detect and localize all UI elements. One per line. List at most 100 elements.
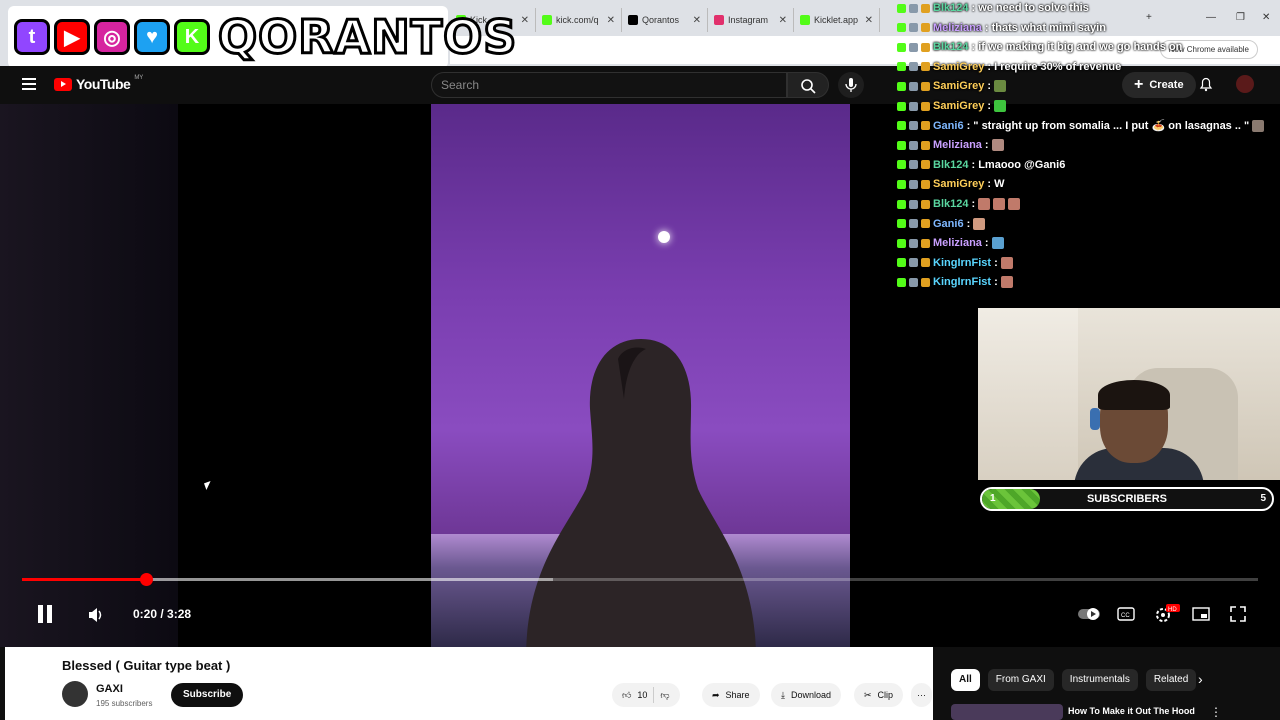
autoplay-toggle-icon[interactable]	[1078, 606, 1100, 622]
chat-username: Meliziana	[933, 237, 982, 250]
channel-subscriber-count: 195 subscribers	[96, 699, 153, 708]
chat-message: Gani6: " straight up from somalia ... I …	[897, 118, 1265, 134]
share-label: Share	[725, 690, 750, 700]
chat-username: SamiGrey	[933, 60, 985, 73]
kick-badge-icon	[897, 160, 906, 170]
close-tab-icon[interactable]: ✕	[521, 15, 529, 26]
pause-button[interactable]	[36, 604, 54, 624]
chat-message: Meliziana:	[897, 235, 1004, 251]
webcam-feed	[978, 308, 1280, 480]
recommended-thumbnail[interactable]	[951, 704, 1063, 720]
close-tab-icon[interactable]: ✕	[693, 15, 701, 26]
channel-avatar[interactable]	[62, 681, 88, 707]
chat-username: KingIrnFist	[933, 256, 992, 269]
time-display: 0:20 / 3:28	[133, 607, 192, 621]
user-badge-icon	[909, 140, 918, 150]
emote-icon	[994, 100, 1007, 112]
share-icon: ➦	[712, 689, 720, 700]
scissors-icon: ✂	[864, 689, 872, 700]
recommended-title[interactable]: How To Make it Out The Hood	[1068, 706, 1195, 716]
brand-name: QORANTOS	[216, 9, 518, 66]
filter-chip[interactable]: Instrumentals	[1061, 669, 1138, 691]
crown-badge-icon	[921, 101, 930, 111]
filter-chip[interactable]: From GAXI	[987, 669, 1054, 691]
crown-badge-icon	[921, 140, 930, 150]
browser-tab[interactable]: Qorantos ✕	[622, 8, 708, 32]
volume-icon[interactable]	[87, 606, 105, 624]
emote-icon	[993, 198, 1006, 210]
chat-message: KingIrnFist:	[897, 255, 1013, 271]
thumbs-up-icon: 👍︎	[622, 689, 632, 700]
chat-username: Blk124	[933, 41, 969, 54]
crown-badge-icon	[921, 219, 930, 229]
user-badge-icon	[909, 23, 918, 33]
chat-text: :	[984, 139, 989, 152]
close-tab-icon[interactable]: ✕	[779, 15, 787, 26]
fullscreen-icon[interactable]	[1229, 605, 1247, 623]
channel-name[interactable]: GAXI	[96, 683, 123, 695]
download-button[interactable]: ⤓ Download	[771, 683, 842, 707]
social-icons: t ▶ ◎ ♥ K	[14, 19, 210, 55]
thumbs-down-icon[interactable]: 👎︎	[660, 690, 669, 701]
close-tab-icon[interactable]: ✕	[865, 15, 873, 26]
kick-badge-icon	[897, 121, 906, 131]
user-badge-icon	[909, 277, 918, 287]
instagram-icon: ◎	[94, 19, 130, 55]
youtube-play-icon	[54, 77, 72, 91]
chat-username: Gani6	[933, 119, 964, 132]
user-badge-icon	[909, 238, 918, 248]
microphone-icon	[845, 78, 857, 92]
kick-badge-icon	[897, 42, 906, 52]
kebab-menu-icon[interactable]: ⋮	[1210, 705, 1222, 719]
chat-text: : we need to solve this	[971, 2, 1089, 14]
browser-tab[interactable]: Instagram ✕	[708, 8, 794, 32]
voice-search-button[interactable]	[838, 72, 864, 98]
captions-icon[interactable]: CC	[1117, 606, 1135, 622]
browser-tab[interactable]: Kicklet.app ✕	[794, 8, 880, 32]
settings-gear-icon[interactable]: HD	[1154, 604, 1182, 624]
scrubber-handle[interactable]	[139, 573, 153, 586]
close-tab-icon[interactable]: ✕	[607, 15, 615, 26]
svg-text:HD: HD	[1168, 607, 1177, 613]
crown-badge-icon	[921, 42, 930, 52]
subscriber-goal-label: SUBSCRIBERS	[1086, 493, 1168, 505]
video-frame	[431, 104, 850, 647]
chat-message: Gani6:	[897, 216, 986, 232]
chat-text: :	[987, 80, 992, 93]
user-badge-icon	[909, 179, 918, 189]
user-badge-icon	[909, 199, 918, 209]
menu-icon[interactable]	[22, 78, 36, 90]
screen: Kick ✕ kick.com/q ✕ Qorantos ✕ Instagram ✕ Kickl…	[0, 0, 1280, 720]
emote-icon	[1000, 256, 1013, 269]
emote-icon	[991, 237, 1004, 250]
tab-favicon	[714, 15, 724, 25]
browser-tab[interactable]: kick.com/q ✕	[536, 8, 622, 32]
crown-badge-icon	[921, 121, 930, 131]
subscribe-button[interactable]: Subscribe	[171, 683, 244, 707]
ambient-glow	[0, 104, 178, 647]
filter-chip[interactable]: All	[951, 669, 980, 691]
progress-bar[interactable]	[22, 573, 1258, 586]
miniplayer-icon[interactable]	[1192, 606, 1210, 622]
filter-chip[interactable]: Related	[1145, 669, 1197, 691]
clip-button[interactable]: ✂ Clip	[854, 683, 904, 707]
download-label: Download	[790, 690, 832, 700]
crown-badge-icon	[921, 160, 930, 170]
more-actions-button[interactable]: ···	[911, 683, 932, 707]
kick-badge-icon	[897, 81, 906, 91]
share-button[interactable]: ➦ Share	[702, 683, 760, 707]
crown-badge-icon	[921, 81, 930, 91]
chat-message: SamiGrey: W	[897, 176, 1004, 192]
search-input[interactable]: Search	[431, 72, 787, 98]
chat-message: Meliziana: thats what mimi sayin	[897, 20, 1106, 36]
chevron-right-icon[interactable]: ›	[1198, 671, 1203, 687]
kick-badge-icon	[897, 258, 906, 268]
subscriber-goal-bar: 1 SUBSCRIBERS 5	[980, 487, 1274, 511]
kick-badge-icon	[897, 101, 906, 111]
chat-message: Blk124: if we making it big and we go ha…	[897, 39, 1182, 55]
youtube-logo[interactable]: YouTube MY	[54, 75, 143, 92]
search-button[interactable]	[787, 72, 829, 98]
user-badge-icon	[909, 160, 918, 170]
user-badge-icon	[909, 121, 918, 131]
like-button[interactable]: 👍︎ 10 👎︎	[612, 683, 680, 707]
